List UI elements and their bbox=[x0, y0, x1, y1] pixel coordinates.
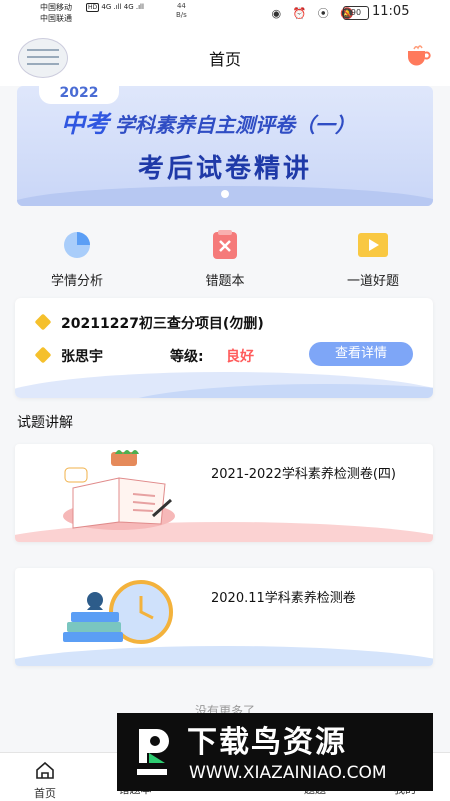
paper-card[interactable]: 2021-2022学科素养检测卷(四) bbox=[15, 444, 433, 542]
bird-logo-icon bbox=[137, 729, 169, 775]
pie-chart-icon bbox=[64, 232, 90, 258]
home-icon bbox=[36, 761, 54, 779]
section-title: 试题讲解 bbox=[17, 415, 73, 431]
coffee-cup-icon[interactable] bbox=[404, 42, 432, 66]
wrong-book-icon bbox=[213, 230, 237, 259]
carousel-indicator[interactable] bbox=[221, 190, 229, 198]
carrier-info: 中国移动 中国联通 bbox=[40, 2, 72, 24]
menu-item-wrong-book[interactable]: 错题本 bbox=[165, 218, 285, 289]
watermark-title: 下载鸟资源 bbox=[187, 725, 347, 760]
banner-year: 2022 bbox=[39, 86, 119, 104]
status-bar: 中国移动 中国联通 HD 4G .ıll 4G .ıll 44 B/s ◉ ⏰ … bbox=[0, 0, 450, 26]
speed-value: 44 bbox=[176, 2, 186, 10]
network-indicator: HD 4G .ıll 4G .ıll bbox=[86, 3, 144, 12]
carrier-1: 中国移动 bbox=[40, 3, 72, 12]
clock: 11:05 bbox=[372, 4, 410, 19]
tab-label: 首页 bbox=[34, 787, 56, 800]
diamond-icon bbox=[34, 313, 52, 331]
banner-exam-label: 中考 bbox=[61, 110, 109, 138]
paper-card[interactable]: 2020.11学科素养检测卷 bbox=[15, 568, 433, 666]
banner-subtitle: 中考 学科素养自主测评卷（一） bbox=[61, 104, 355, 139]
score-card[interactable]: 20211227初三查分项目(勿删) 张思宇 等级: 良好 查看详情 bbox=[15, 298, 433, 398]
open-book-illustration bbox=[63, 450, 175, 530]
speed-unit: B/s bbox=[176, 11, 187, 19]
menu-label-wrong-book: 错题本 bbox=[205, 274, 245, 289]
network-speed: 44 B/s bbox=[176, 2, 187, 20]
app-header: 首页 bbox=[0, 26, 450, 86]
menu-label-analysis: 学情分析 bbox=[50, 274, 103, 289]
banner-exam-name: 学科素养自主测评卷（一） bbox=[115, 113, 355, 137]
menu-label-good-question: 一道好题 bbox=[346, 274, 399, 289]
tab-home[interactable]: 首页 bbox=[0, 753, 90, 801]
watermark-url: WWW.XIAZAINIAO.COM bbox=[189, 763, 387, 783]
paper-title: 2021-2022学科素养检测卷(四) bbox=[211, 467, 397, 482]
grade-value: 良好 bbox=[226, 349, 254, 365]
books-clock-illustration bbox=[63, 580, 173, 644]
project-name: 20211227初三查分项目(勿删) bbox=[61, 316, 264, 332]
menu-item-analysis[interactable]: 学情分析 bbox=[17, 218, 137, 289]
menu-item-good-question[interactable]: 一道好题 bbox=[313, 218, 433, 289]
watermark: 下载鸟资源 WWW.XIAZAINIAO.COM bbox=[117, 713, 433, 791]
promo-banner[interactable]: 2022 中考 学科素养自主测评卷（一） 考后试卷精讲 bbox=[17, 86, 433, 206]
grade-label: 等级: bbox=[170, 349, 204, 365]
quick-menu: 学情分析 错题本 一道好题 bbox=[0, 218, 450, 289]
banner-title: 考后试卷精讲 bbox=[137, 154, 312, 184]
carrier-2: 中国联通 bbox=[40, 14, 72, 23]
view-details-button[interactable]: 查看详情 bbox=[309, 342, 413, 366]
signal-icon: 4G .ıll 4G .ıll bbox=[101, 3, 144, 11]
student-name: 张思宇 bbox=[61, 349, 103, 365]
diamond-icon bbox=[34, 346, 52, 364]
hd-badge: HD bbox=[86, 3, 100, 12]
page-title: 首页 bbox=[208, 50, 241, 69]
video-icon bbox=[358, 233, 388, 257]
battery-icon: 90 bbox=[343, 6, 369, 20]
paper-title: 2020.11学科素养检测卷 bbox=[211, 591, 356, 606]
